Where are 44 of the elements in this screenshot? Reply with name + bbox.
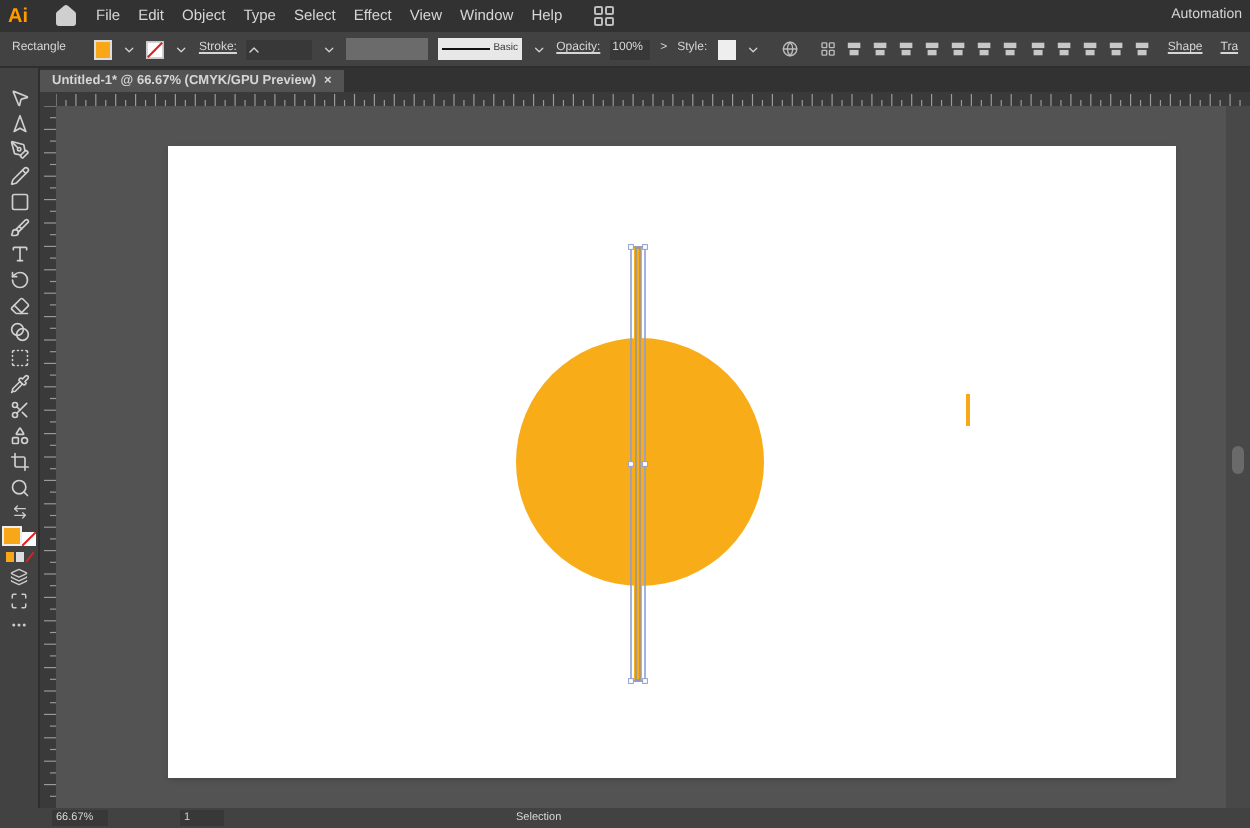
line-shape — [966, 394, 970, 426]
style-swatch[interactable] — [717, 39, 736, 59]
zoom-icon[interactable] — [9, 478, 29, 498]
align-icon[interactable] — [1133, 40, 1150, 58]
screen-mode-icon[interactable] — [10, 592, 28, 610]
align-icon[interactable] — [845, 40, 863, 58]
draw-mode-icon[interactable] — [10, 568, 28, 586]
eyedropper-icon[interactable] — [9, 374, 29, 394]
align-icon[interactable] — [1029, 40, 1046, 58]
align-icon[interactable] — [1055, 40, 1072, 58]
vertical-scrollbar[interactable] — [1226, 106, 1250, 808]
scroll-thumb[interactable] — [1232, 446, 1244, 474]
app-logo: Ai — [8, 3, 28, 31]
type-icon[interactable] — [9, 244, 29, 264]
recolor-icon[interactable] — [781, 40, 798, 58]
fill-swatch[interactable] — [93, 39, 113, 59]
stroke-swatch[interactable] — [146, 39, 165, 59]
fill-color-swatch[interactable] — [2, 526, 22, 546]
curvature-pencil-icon[interactable] — [9, 166, 29, 186]
brush-icon[interactable] — [9, 218, 29, 238]
align-icon[interactable] — [872, 40, 889, 58]
rotate-icon[interactable] — [9, 270, 29, 290]
align-to-icon[interactable] — [819, 40, 836, 58]
direct-arrow-icon[interactable] — [9, 114, 29, 134]
align-icon[interactable] — [898, 40, 915, 58]
align-icon[interactable] — [1081, 40, 1098, 58]
shape-builder-icon[interactable] — [9, 426, 29, 446]
align-icon[interactable] — [950, 40, 967, 58]
swap-icon[interactable] — [11, 504, 27, 520]
selection-arrow-icon[interactable] — [9, 88, 29, 108]
stroke-weight-field[interactable] — [246, 39, 312, 59]
home-icon[interactable] — [54, 4, 78, 28]
color-mode-icon[interactable] — [5, 552, 33, 562]
variable-width-field[interactable] — [345, 38, 429, 60]
selected-rectangle[interactable] — [628, 244, 648, 684]
workspace-icon[interactable] — [592, 4, 617, 28]
pen-icon[interactable] — [9, 140, 29, 160]
stroke-color-swatch[interactable] — [22, 532, 36, 546]
align-icon[interactable] — [1107, 40, 1124, 58]
align-icon[interactable] — [1002, 40, 1019, 58]
eraser-icon[interactable] — [9, 296, 29, 316]
align-icon[interactable] — [924, 40, 941, 58]
rectangle-icon[interactable] — [9, 192, 29, 212]
align-icon[interactable] — [976, 40, 993, 58]
